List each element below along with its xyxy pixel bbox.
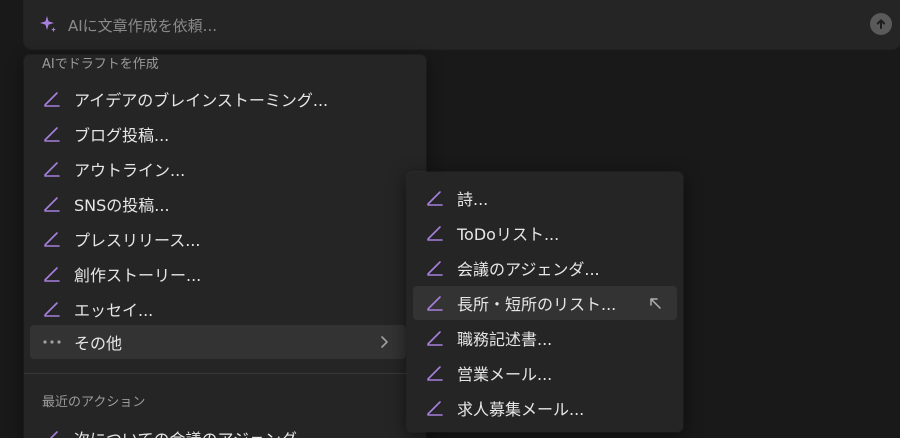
menu-item-label: 創作ストーリー... [74,266,202,285]
pen-icon [427,401,443,416]
arrow-up-circle-icon [876,19,886,29]
more-submenu: 詩... ToDoリスト... 会議のアジェンダ... 長所・短所のリスト...… [407,172,683,432]
menu-item-press-release[interactable]: プレスリリース... [30,222,406,256]
menu-item-label: 詩... [457,190,489,209]
section-label-recent: 最近のアクション [42,395,146,410]
submenu-item-todo[interactable]: ToDoリスト... [413,216,677,250]
pen-icon [427,331,443,346]
ai-prompt-input[interactable] [66,10,850,42]
menu-item-essay[interactable]: エッセイ... [30,292,406,326]
menu-item-more[interactable]: その他 [30,325,406,359]
menu-item-label: アウトライン... [74,161,186,180]
more-dots-icon [42,332,62,352]
pen-icon [427,366,443,381]
pen-icon [44,127,60,142]
section-label-draft: AIでドラフトを作成 [42,57,159,72]
menu-item-label: エッセイ... [74,301,154,320]
pen-icon [427,261,443,276]
submenu-item-recruiting-email[interactable]: 求人募集メール... [413,391,677,425]
menu-item-sns-post[interactable]: SNSの投稿... [30,187,406,221]
submenu-item-pros-cons[interactable]: 長所・短所のリスト... [413,286,677,320]
pen-icon [49,431,58,438]
menu-item-outline[interactable]: アウトライン... [30,152,406,186]
menu-item-blog-post[interactable]: ブログ投稿... [30,117,406,151]
menu-item-label: その他 [74,334,123,353]
pen-icon [44,92,60,107]
pen-icon [427,296,443,311]
menu-item-label: 営業メール... [457,365,553,384]
arrow-up-left-icon [650,298,661,309]
pen-icon [44,232,60,247]
menu-item-brainstorm[interactable]: アイデアのブレインストーミング... [30,82,406,116]
menu-item-label: 求人募集メール... [457,400,585,419]
submenu-item-poem[interactable]: 詩... [413,181,677,215]
pen-icon [44,267,60,282]
submenu-item-meeting-agenda[interactable]: 会議のアジェンダ... [413,251,677,285]
menu-item-label: 長所・短所のリスト... [457,295,617,314]
submenu-item-job-description[interactable]: 職務記述書... [413,321,677,355]
pen-icon [44,162,60,177]
menu-item-label: ブログ投稿... [74,126,170,145]
menu-item-label: ToDoリスト... [457,225,560,244]
menu-item-label: 職務記述書... [457,330,553,349]
chevron-right-icon [381,336,388,348]
menu-item-label: 次についての会議のアジェンダ [74,426,297,438]
page: AIでドラフトを作成 アイデアのブレインストーミング... ブログ投稿... ア… [0,0,900,438]
pen-icon [44,302,60,317]
submenu-item-sales-email[interactable]: 営業メール... [413,356,677,390]
ai-prompt-bar [24,0,900,49]
menu-divider [24,373,426,374]
menu-item-label: 会議のアジェンダ... [457,260,600,279]
pen-icon [427,191,443,206]
menu-item-creative-story[interactable]: 創作ストーリー... [30,257,406,291]
pen-icon [427,226,443,241]
menu-item-label: アイデアのブレインストーミング... [74,91,329,110]
send-button[interactable] [870,13,892,35]
menu-item-label: SNSの投稿... [74,196,170,215]
menu-item-recent[interactable]: 次についての会議のアジェンダ [30,421,406,438]
sparkle-icon [40,16,56,33]
menu-item-label: プレスリリース... [74,231,201,250]
pen-icon [44,197,60,212]
ai-draft-menu: AIでドラフトを作成 アイデアのブレインストーミング... ブログ投稿... ア… [24,55,426,438]
